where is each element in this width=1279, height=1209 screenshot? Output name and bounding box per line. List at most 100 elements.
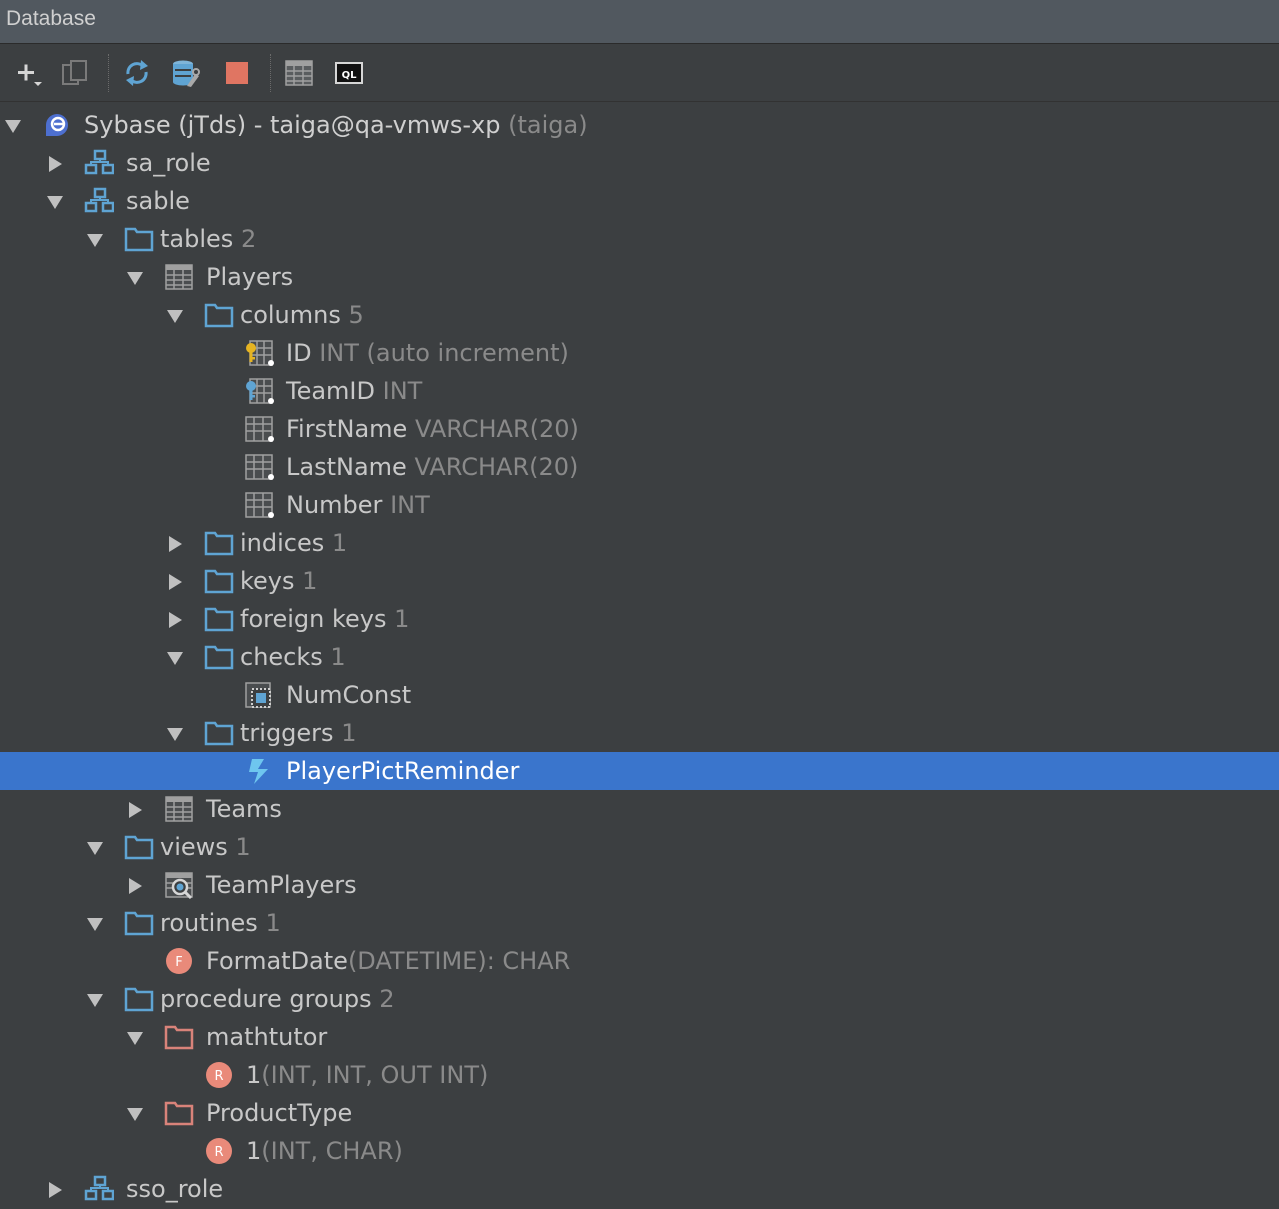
expand-arrow-right[interactable] [46,155,64,173]
tree-row-folder[interactable]: foreign keys 1 [0,600,1279,638]
expand-arrow-down[interactable] [46,193,64,211]
tree-row-table[interactable]: Players [0,258,1279,296]
panel-title: Database [6,7,96,30]
expand-arrow-down[interactable] [86,231,104,249]
tree-row-label: mathtutor [206,1023,328,1051]
tree-row-datasource[interactable]: Sybase (jTds) - taiga@qa-vmws-xp (taiga) [0,106,1279,144]
routine-icon: R [204,1137,234,1165]
tree-row-procedure-group[interactable]: mathtutor [0,1018,1279,1056]
folder-icon [204,567,234,595]
refresh-button[interactable] [122,58,152,88]
tree-row-column[interactable]: FirstName VARCHAR(20) [0,410,1279,448]
tree-row-label: 1 [246,1137,262,1165]
add-button[interactable] [12,58,42,88]
tree-row-folder[interactable]: procedure groups 2 [0,980,1279,1018]
expand-arrow-right[interactable] [126,801,144,819]
tree-row-count: 2 [240,225,257,253]
tree-row-label: keys [240,567,295,595]
tree-row-routine[interactable]: R 1(INT, INT, OUT INT) [0,1056,1279,1094]
tree-row-folder[interactable]: indices 1 [0,524,1279,562]
expand-arrow-down[interactable] [126,1105,144,1123]
console-button[interactable]: QL [334,58,364,88]
tree-row-label: Sybase (jTds) - taiga@qa-vmws-xp [84,111,501,139]
tree-row-label: sso_role [126,1175,224,1203]
tree-row-procedure-group[interactable]: ProductType [0,1094,1279,1132]
tree-row-meta: (taiga) [508,111,588,139]
expand-arrow-right[interactable] [126,877,144,895]
tree-row-folder[interactable]: columns 5 [0,296,1279,334]
duplicate-icon [62,60,87,85]
tree-row-check[interactable]: NumConst [0,676,1279,714]
column-icon [244,415,274,443]
expand-arrow-down[interactable] [126,269,144,287]
schema-icon [84,187,114,215]
table-editor-button[interactable] [284,58,314,88]
expand-arrow-down[interactable] [86,991,104,1009]
tree-row-schema[interactable]: sable [0,182,1279,220]
expand-arrow-down[interactable] [166,649,184,667]
function-icon: F [164,947,194,975]
properties-button[interactable] [170,58,200,88]
expand-arrow-down[interactable] [126,1029,144,1047]
tree-row-folder[interactable]: keys 1 [0,562,1279,600]
add-icon [18,64,42,86]
tree-row-count: 1 [302,567,318,595]
tree-row-label: Number [286,491,383,519]
tree-row-routine[interactable]: R 1(INT, CHAR) [0,1132,1279,1170]
tree-row-label: PlayerPictReminder [286,757,520,785]
tree-row-column[interactable]: LastName VARCHAR(20) [0,448,1279,486]
tree-row-view[interactable]: TeamPlayers [0,866,1279,904]
tree-row-type: VARCHAR(20) [414,415,579,443]
procedure-group-folder-icon [164,1099,194,1127]
tree-row-folder[interactable]: triggers 1 [0,714,1279,752]
expand-arrow-down[interactable] [4,117,22,135]
folder-icon [124,225,154,253]
expand-arrow-down[interactable] [86,839,104,857]
console-icon: QL [335,62,363,84]
tree-row-label: checks [240,643,323,671]
expand-arrow-right[interactable] [166,573,184,591]
folder-icon [204,719,234,747]
tree-row-trigger-selected[interactable]: PlayerPictReminder [0,752,1279,790]
tree-row-signature: (INT, CHAR) [261,1137,403,1165]
expand-arrow-down[interactable] [86,915,104,933]
folder-icon [204,529,234,557]
tree-row-label: tables [160,225,234,253]
stop-button[interactable] [222,58,252,88]
expand-arrow-right[interactable] [166,535,184,553]
expand-arrow-down[interactable] [166,725,184,743]
tree-row-folder[interactable]: views 1 [0,828,1279,866]
routine-badge-letter: R [214,1069,223,1084]
tree-row-column[interactable]: Number INT [0,486,1279,524]
console-icon-label: QL [342,70,358,81]
tree-row-schema[interactable]: sso_role [0,1170,1279,1208]
tree-row-label: ID [286,339,312,367]
tree-row-column[interactable]: ID INT (auto increment) [0,334,1279,372]
tree-row-label: LastName [286,453,407,481]
tree-row-count: 1 [330,643,346,671]
tree-row-label: procedure groups [160,985,372,1013]
tree-row-label: Players [206,263,294,291]
duplicate-button[interactable] [60,58,90,88]
tree-row-label: views [160,833,228,861]
database-tree[interactable]: Sybase (jTds) - taiga@qa-vmws-xp (taiga)… [0,104,1279,1209]
expand-arrow-right[interactable] [46,1181,64,1199]
tree-row-table[interactable]: Teams [0,790,1279,828]
column-icon [244,453,274,481]
tree-row-label: TeamID [286,377,375,405]
tree-row-type: VARCHAR(20) [414,453,579,481]
tree-row-folder[interactable]: checks 1 [0,638,1279,676]
tree-row-schema[interactable]: sa_role [0,144,1279,182]
tree-row-folder[interactable]: tables 2 [0,220,1279,258]
primary-key-column-icon [244,339,274,367]
check-constraint-icon [244,681,274,709]
expand-arrow-down[interactable] [166,307,184,325]
tree-row-label: triggers [240,719,334,747]
tree-row-folder[interactable]: routines 1 [0,904,1279,942]
tree-row-column[interactable]: TeamID INT [0,372,1279,410]
folder-icon [124,909,154,937]
expand-arrow-right[interactable] [166,611,184,629]
toolbar-separator [270,54,271,92]
tree-row-function[interactable]: F FormatDate(DATETIME): CHAR [0,942,1279,980]
properties-icon [173,60,200,87]
